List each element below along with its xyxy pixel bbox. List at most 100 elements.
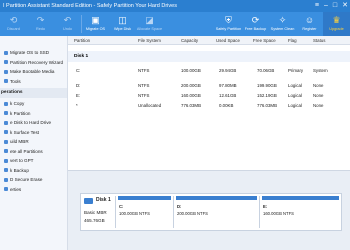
- backup-icon: ⟳: [251, 15, 260, 25]
- delete-icon: [4, 149, 8, 154]
- redo-button[interactable]: ↷ Redo: [27, 12, 54, 36]
- sidebar-item-convert-gpt[interactable]: vert to GPT: [0, 156, 67, 166]
- safely-partition-button[interactable]: ⛨ Safely Partition: [215, 12, 242, 36]
- cell-free: 199.90GB: [257, 83, 277, 88]
- allocate-space-icon: ◪: [145, 15, 154, 25]
- column-header-free-space[interactable]: Free Space: [253, 36, 276, 45]
- column-header-flag[interactable]: Flag: [288, 36, 297, 45]
- bootable-media-icon: [4, 69, 8, 74]
- properties-icon: [4, 187, 8, 192]
- cell-file-system: NTFS: [138, 68, 150, 73]
- partition-icon: [4, 111, 8, 116]
- toolbar: ⟲ Discard ↷ Redo ↶ Undo ▣ Migrate OS ◫ W…: [0, 12, 350, 36]
- migrate-os-icon: [4, 50, 8, 55]
- cell-free: 70.06GB: [257, 68, 275, 73]
- partition-usage-bar: [262, 196, 339, 200]
- user-icon: ☺: [304, 15, 315, 25]
- cell-capacity: 160.00GB: [181, 93, 201, 98]
- column-header-status[interactable]: Status: [313, 36, 325, 45]
- wipe-disk-button[interactable]: ◫ Wipe Disk: [109, 12, 136, 36]
- cell-flag: Logical: [288, 103, 302, 108]
- cell-free: 152.19GB: [257, 93, 277, 98]
- partition-usage-bar: [118, 196, 171, 200]
- partition-caption: 200.00GB NTFS: [177, 211, 208, 216]
- sidebar-item-tools[interactable]: Tools: [0, 77, 67, 87]
- sidebar-item-copy[interactable]: k Copy: [0, 99, 67, 109]
- undo-icon: ↶: [63, 15, 72, 25]
- title-bar: I Partition Assistant Standard Edition -…: [0, 0, 350, 12]
- partition-usage-bar: [176, 196, 257, 200]
- cell-status: None: [313, 83, 324, 88]
- sidebar-item-rebuild-mbr[interactable]: uild MBR: [0, 137, 67, 147]
- disk-size: 465.76GB: [84, 218, 105, 223]
- cell-partition: C:: [76, 68, 81, 73]
- sidebar-item-migrate-os[interactable]: Migrate OS to SSD: [0, 48, 67, 58]
- sidebar-item-surface-test[interactable]: k Surface Test: [0, 128, 67, 138]
- sidebar-item-partition-recovery[interactable]: Partition Recovery Wizard: [0, 58, 67, 68]
- cell-flag: Logical: [288, 83, 302, 88]
- disk-type: Basic MBR: [84, 210, 107, 215]
- cell-used: 97.80MB: [219, 83, 237, 88]
- window-title: I Partition Assistant Standard Edition -…: [3, 3, 177, 9]
- cell-used: 0.00KB: [219, 103, 234, 108]
- partition-block-d[interactable]: D: 200.00GB NTFS: [173, 196, 259, 228]
- table-row[interactable]: E: NTFS 160.00GB 12.61GB 152.19GB Logica…: [68, 91, 350, 101]
- disk-map-card[interactable]: Disk 1 Basic MBR 465.76GB C: 100.00GB NT…: [80, 193, 342, 231]
- toolbar-right-group: ⛨ Safely Partition ⟳ Free Backup ✧ Syste…: [215, 12, 350, 36]
- partition-block-e[interactable]: E: 160.00GB NTFS: [259, 196, 341, 228]
- system-clean-button[interactable]: ✧ System Clean: [269, 12, 296, 36]
- sidebar-item-disk-clone[interactable]: e Disk to Hard Drive: [0, 118, 67, 128]
- cell-capacity: 100.00GB: [181, 68, 201, 73]
- cell-free: 776.03MB: [257, 103, 278, 108]
- column-header-capacity[interactable]: Capacity: [181, 36, 198, 45]
- sidebar-item-backup[interactable]: k Backup: [0, 166, 67, 176]
- partition-label: E:: [263, 204, 268, 209]
- free-backup-button[interactable]: ⟳ Free Backup: [242, 12, 269, 36]
- upgrade-button[interactable]: ♛ Upgrade: [323, 12, 350, 36]
- close-icon[interactable]: ✕: [342, 0, 348, 12]
- undo-button[interactable]: ↶ Undo: [54, 12, 81, 36]
- cell-flag: Logical: [288, 93, 302, 98]
- column-header-partition[interactable]: Partition: [74, 36, 90, 45]
- table-row[interactable]: D: NTFS 200.00GB 97.80MB 199.90GB Logica…: [68, 81, 350, 91]
- cell-flag: Primary: [288, 68, 304, 73]
- table-row[interactable]: C: NTFS 100.00GB 29.94GB 70.06GB Primary…: [68, 66, 350, 76]
- clone-icon: [4, 120, 8, 125]
- table-row[interactable]: * Unallocated 776.03MB 0.00KB 776.03MB L…: [68, 101, 350, 111]
- cell-file-system: Unallocated: [138, 103, 162, 108]
- cell-status: None: [313, 103, 324, 108]
- cell-used: 29.94GB: [219, 68, 237, 73]
- migrate-os-button[interactable]: ▣ Migrate OS: [82, 12, 109, 36]
- disk-icon: [84, 198, 93, 204]
- cell-capacity: 776.03MB: [181, 103, 202, 108]
- sidebar-item-secure-erase[interactable]: D Secure Erase: [0, 175, 67, 185]
- register-button[interactable]: ☺ Register: [296, 12, 323, 36]
- partition-caption: 100.00GB NTFS: [119, 211, 150, 216]
- copy-icon: [4, 101, 8, 106]
- menu-icon[interactable]: ≡: [315, 0, 319, 12]
- column-header-file-system[interactable]: File System: [138, 36, 161, 45]
- sidebar-item-bootable-media[interactable]: Make Bootable Media: [0, 67, 67, 77]
- partition-block-c[interactable]: C: 100.00GB NTFS: [115, 196, 173, 228]
- tools-icon: [4, 79, 8, 84]
- redo-icon: ↷: [36, 15, 45, 25]
- maximize-icon[interactable]: □: [333, 0, 337, 12]
- sidebar-item-properties[interactable]: erties: [0, 185, 67, 195]
- sidebar-item-partition[interactable]: k Partition: [0, 109, 67, 119]
- crown-icon: ♛: [332, 15, 341, 25]
- wipe-disk-icon: ◫: [118, 15, 127, 25]
- minimize-icon[interactable]: –: [324, 0, 328, 12]
- disk-info[interactable]: Disk 1 Basic MBR 465.76GB: [81, 194, 115, 230]
- sidebar-section-header: perations: [0, 88, 67, 98]
- discard-button[interactable]: ⟲ Discard: [0, 12, 27, 36]
- disk-name: Disk 1: [96, 197, 111, 203]
- allocate-space-button[interactable]: ◪ Allocate Space: [136, 12, 163, 36]
- column-header-used-space[interactable]: Used Space: [216, 36, 240, 45]
- cell-file-system: NTFS: [138, 93, 150, 98]
- cell-capacity: 200.00GB: [181, 83, 201, 88]
- partition-caption: 160.00GB NTFS: [263, 211, 294, 216]
- window-controls: ≡ – □ ✕: [315, 0, 348, 12]
- cell-used: 12.61GB: [219, 93, 237, 98]
- sidebar-item-delete-partitions[interactable]: ete all Partitions: [0, 147, 67, 157]
- disk-group-row[interactable]: Disk 1: [68, 51, 350, 62]
